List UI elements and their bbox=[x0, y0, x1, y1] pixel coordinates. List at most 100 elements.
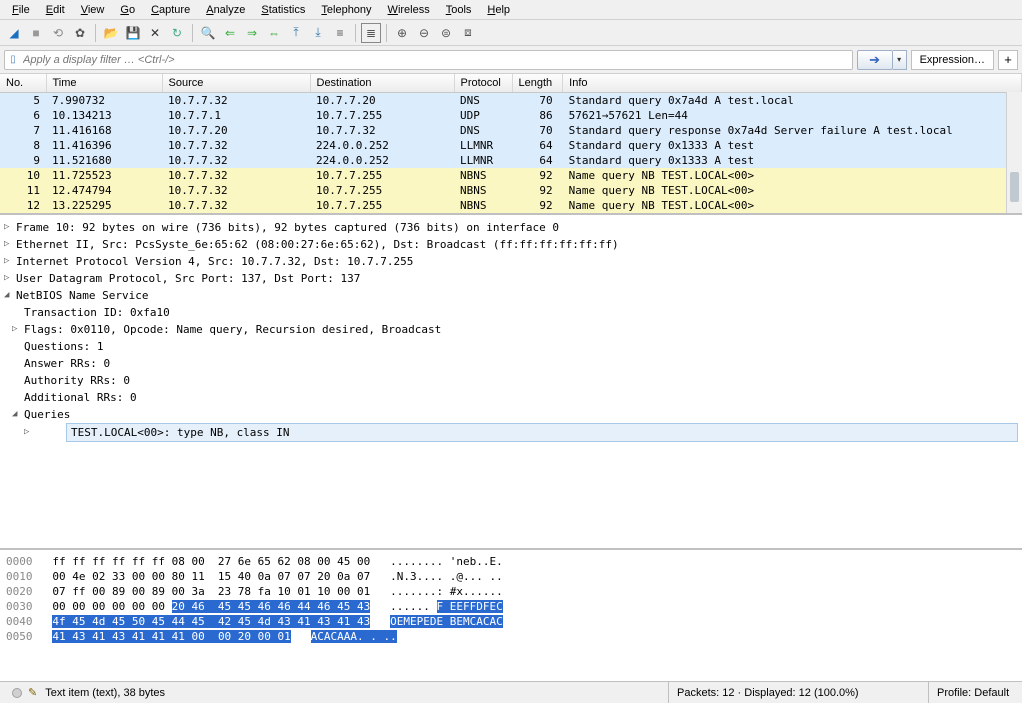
add-filter-button[interactable]: + bbox=[998, 50, 1018, 70]
tree-item-questions[interactable]: Questions: 1 bbox=[0, 338, 1022, 355]
tree-item-frame[interactable]: ▷Frame 10: 92 bytes on wire (736 bits), … bbox=[0, 219, 1022, 236]
expert-info-icon[interactable] bbox=[12, 688, 22, 698]
column-header-protocol[interactable]: Protocol bbox=[454, 74, 512, 93]
tree-item-authority-rrs[interactable]: Authority RRs: 0 bbox=[0, 372, 1022, 389]
menu-file[interactable]: File bbox=[4, 2, 38, 18]
restart-capture-icon[interactable]: ⟲ bbox=[48, 23, 68, 43]
packet-row[interactable]: 911.52168010.7.7.32224.0.0.252LLMNR64Sta… bbox=[0, 153, 1022, 168]
apply-filter-button[interactable]: ➔ bbox=[857, 50, 893, 70]
stop-capture-icon[interactable]: ■ bbox=[26, 23, 46, 43]
packet-cell: NBNS bbox=[454, 183, 512, 198]
packet-cell: 10.7.7.32 bbox=[162, 183, 310, 198]
resize-columns-icon[interactable]: ⧈ bbox=[458, 23, 478, 43]
tree-item-query-selected[interactable]: ▷ TEST.LOCAL<00>: type NB, class IN bbox=[0, 423, 1022, 442]
menu-statistics[interactable]: Statistics bbox=[253, 2, 313, 18]
menu-analyze[interactable]: Analyze bbox=[198, 2, 253, 18]
hex-row[interactable]: 0040 4f 45 4d 45 50 45 44 45 42 45 4d 43… bbox=[6, 614, 1016, 629]
collapse-icon[interactable]: ◢ bbox=[4, 287, 14, 304]
packet-cell: 10.7.7.32 bbox=[162, 168, 310, 183]
display-filter-input[interactable] bbox=[21, 54, 852, 66]
tree-item-ethernet[interactable]: ▷Ethernet II, Src: PcsSyste_6e:65:62 (08… bbox=[0, 236, 1022, 253]
autoscroll-icon[interactable]: ≣ bbox=[361, 23, 381, 43]
packet-cell: 57621→57621 Len=44 bbox=[563, 108, 1022, 123]
packet-cell: 13.225295 bbox=[46, 198, 162, 213]
expand-icon[interactable]: ▷ bbox=[12, 321, 22, 338]
edit-icon[interactable]: ✎ bbox=[28, 686, 37, 699]
expand-icon[interactable]: ▷ bbox=[4, 253, 14, 270]
column-header-source[interactable]: Source bbox=[162, 74, 310, 93]
packet-row[interactable]: 57.99073210.7.7.3210.7.7.20DNS70Standard… bbox=[0, 93, 1022, 109]
packet-row[interactable]: 1011.72552310.7.7.3210.7.7.255NBNS92Name… bbox=[0, 168, 1022, 183]
packet-cell: 10.7.7.255 bbox=[310, 183, 454, 198]
tree-item-transaction-id[interactable]: Transaction ID: 0xfa10 bbox=[0, 304, 1022, 321]
next-icon[interactable]: ⇒ bbox=[242, 23, 262, 43]
menu-go[interactable]: Go bbox=[112, 2, 143, 18]
column-header-destination[interactable]: Destination bbox=[310, 74, 454, 93]
packet-row[interactable]: 711.41616810.7.7.2010.7.7.32DNS70Standar… bbox=[0, 123, 1022, 138]
packet-row[interactable]: 610.13421310.7.7.110.7.7.255UDP8657621→5… bbox=[0, 108, 1022, 123]
expand-icon[interactable]: ▷ bbox=[4, 270, 14, 287]
packet-details-pane[interactable]: ▷Frame 10: 92 bytes on wire (736 bits), … bbox=[0, 215, 1022, 550]
collapse-icon[interactable]: ◢ bbox=[12, 406, 22, 423]
colorize-icon[interactable]: ≡ bbox=[330, 23, 350, 43]
hex-row[interactable]: 0010 00 4e 02 33 00 00 80 11 15 40 0a 07… bbox=[6, 569, 1016, 584]
goto-last-icon[interactable]: ⤓ bbox=[308, 23, 328, 43]
menu-wireless[interactable]: Wireless bbox=[380, 2, 438, 18]
menu-view[interactable]: View bbox=[73, 2, 113, 18]
packet-cell: 11.416396 bbox=[46, 138, 162, 153]
column-header-time[interactable]: Time bbox=[46, 74, 162, 93]
packet-row[interactable]: 1213.22529510.7.7.3210.7.7.255NBNS92Name… bbox=[0, 198, 1022, 213]
save-icon[interactable]: 💾 bbox=[123, 23, 143, 43]
separator bbox=[192, 24, 193, 42]
reload-icon[interactable]: ↻ bbox=[167, 23, 187, 43]
packet-cell: Standard query 0x1333 A test bbox=[563, 153, 1022, 168]
zoom-out-icon[interactable]: ⊖ bbox=[414, 23, 434, 43]
hex-row[interactable]: 0050 41 43 41 43 41 41 41 00 00 20 00 01… bbox=[6, 629, 1016, 644]
tree-item-queries[interactable]: ◢Queries bbox=[0, 406, 1022, 423]
find-icon[interactable]: 🔍 bbox=[198, 23, 218, 43]
open-icon[interactable]: 📂 bbox=[101, 23, 121, 43]
column-header-length[interactable]: Length bbox=[512, 74, 563, 93]
packet-cell: Standard query 0x1333 A test bbox=[563, 138, 1022, 153]
packet-cell: 10.134213 bbox=[46, 108, 162, 123]
packet-list-pane: No.TimeSourceDestinationProtocolLengthIn… bbox=[0, 74, 1022, 215]
column-header-no[interactable]: No. bbox=[0, 74, 46, 93]
scrollbar-thumb[interactable] bbox=[1010, 172, 1019, 202]
status-profile[interactable]: Profile: Default bbox=[928, 682, 1018, 703]
expression-button[interactable]: Expression… bbox=[911, 50, 994, 70]
packet-row[interactable]: 811.41639610.7.7.32224.0.0.252LLMNR64Sta… bbox=[0, 138, 1022, 153]
menu-tools[interactable]: Tools bbox=[438, 2, 480, 18]
goto-first-icon[interactable]: ⤒ bbox=[286, 23, 306, 43]
jump-icon[interactable]: ⇔ bbox=[264, 23, 284, 43]
tree-item-udp[interactable]: ▷User Datagram Protocol, Src Port: 137, … bbox=[0, 270, 1022, 287]
hex-row[interactable]: 0030 00 00 00 00 00 00 20 46 45 45 46 46… bbox=[6, 599, 1016, 614]
prev-icon[interactable]: ⇐ bbox=[220, 23, 240, 43]
shark-fin-icon[interactable]: ◢ bbox=[4, 23, 24, 43]
column-header-info[interactable]: Info bbox=[563, 74, 1022, 93]
zoom-in-icon[interactable]: ⊕ bbox=[392, 23, 412, 43]
hex-row[interactable]: 0000 ff ff ff ff ff ff 08 00 27 6e 65 62… bbox=[6, 554, 1016, 569]
tree-item-additional-rrs[interactable]: Additional RRs: 0 bbox=[0, 389, 1022, 406]
packet-bytes-pane[interactable]: 0000 ff ff ff ff ff ff 08 00 27 6e 65 62… bbox=[0, 550, 1022, 681]
close-icon[interactable]: ✕ bbox=[145, 23, 165, 43]
zoom-reset-icon[interactable]: ⊜ bbox=[436, 23, 456, 43]
menu-edit[interactable]: Edit bbox=[38, 2, 73, 18]
filter-history-dropdown[interactable]: ▾ bbox=[893, 50, 907, 70]
menu-telephony[interactable]: Telephony bbox=[313, 2, 379, 18]
tree-item-flags[interactable]: ▷Flags: 0x0110, Opcode: Name query, Recu… bbox=[0, 321, 1022, 338]
packet-row[interactable]: 1112.47479410.7.7.3210.7.7.255NBNS92Name… bbox=[0, 183, 1022, 198]
expand-icon[interactable]: ▷ bbox=[4, 236, 14, 253]
menu-capture[interactable]: Capture bbox=[143, 2, 198, 18]
packet-cell: Name query NB TEST.LOCAL<00> bbox=[563, 183, 1022, 198]
packet-list-table[interactable]: No.TimeSourceDestinationProtocolLengthIn… bbox=[0, 74, 1022, 213]
expand-icon[interactable]: ▷ bbox=[4, 424, 24, 441]
hex-row[interactable]: 0020 07 ff 00 89 00 89 00 3a 23 78 fa 10… bbox=[6, 584, 1016, 599]
tree-item-nbns[interactable]: ◢NetBIOS Name Service bbox=[0, 287, 1022, 304]
menu-help[interactable]: Help bbox=[479, 2, 518, 18]
tree-item-ip[interactable]: ▷Internet Protocol Version 4, Src: 10.7.… bbox=[0, 253, 1022, 270]
tree-item-answer-rrs[interactable]: Answer RRs: 0 bbox=[0, 355, 1022, 372]
bookmark-icon[interactable]: ▯ bbox=[5, 54, 21, 65]
options-icon[interactable]: ✿ bbox=[70, 23, 90, 43]
expand-icon[interactable]: ▷ bbox=[4, 219, 14, 236]
vertical-scrollbar[interactable] bbox=[1006, 92, 1022, 213]
